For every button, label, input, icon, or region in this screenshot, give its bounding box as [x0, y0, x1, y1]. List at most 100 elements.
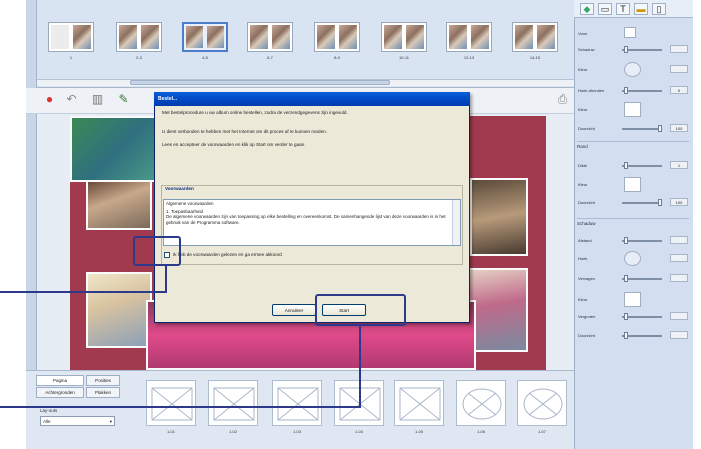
section-schaduw[interactable]: Schaduw	[577, 218, 689, 226]
dialog-paragraph: U dient verbonden te hebben met het Inte…	[162, 129, 327, 134]
layout-placeholder-icon	[462, 388, 502, 420]
spread-thumbnail[interactable]	[314, 22, 360, 52]
spread-label: 14-15	[529, 55, 541, 60]
property-slider[interactable]	[622, 316, 662, 318]
edit-icon[interactable]: ✎	[116, 92, 131, 107]
angle-dial[interactable]	[624, 62, 641, 77]
property-value-field[interactable]: 100	[670, 124, 688, 132]
slider-knob[interactable]	[624, 46, 628, 53]
slider-knob[interactable]	[624, 237, 628, 244]
property-label: Doorzicht	[578, 126, 595, 131]
layout-thumbnail[interactable]	[208, 380, 258, 426]
layout-placeholder-icon	[213, 387, 255, 421]
spread-label: 12-13	[463, 55, 475, 60]
property-value-field[interactable]	[670, 45, 688, 53]
property-value-field[interactable]	[670, 274, 688, 282]
print-icon[interactable]: ⎙	[555, 92, 570, 107]
accept-terms-label[interactable]: Ik heb de voorwaarden gelezen en ga erme…	[173, 252, 282, 257]
property-label: Kleur	[578, 297, 588, 302]
property-slider[interactable]	[622, 202, 662, 204]
property-slider[interactable]	[622, 240, 662, 242]
spread-thumbnail[interactable]	[512, 22, 558, 52]
layout-thumbnail[interactable]	[394, 380, 444, 426]
spread-thumbnail[interactable]	[247, 22, 293, 52]
terms-group-title: Voorwaarden	[164, 186, 195, 191]
slider-knob[interactable]	[624, 313, 628, 320]
cancel-button[interactable]: Annuleer	[272, 304, 316, 316]
spread-strip-scroll-thumb[interactable]	[130, 80, 390, 85]
slider-knob[interactable]	[624, 332, 628, 339]
property-value-field[interactable]: 0	[670, 86, 688, 94]
property-slider[interactable]	[622, 165, 662, 167]
property-slider[interactable]	[622, 49, 662, 51]
photo-frame[interactable]	[86, 272, 152, 348]
spread-thumbnail[interactable]	[116, 22, 162, 52]
tab-achtergronden[interactable]: Achtergronden	[36, 387, 84, 398]
section-rand[interactable]: Rand	[577, 141, 689, 149]
undo-icon[interactable]: ↶	[64, 92, 79, 107]
slider-knob[interactable]	[624, 275, 628, 282]
spread-label: 4-5	[202, 55, 208, 60]
slider-knob[interactable]	[624, 162, 628, 169]
trash-icon[interactable]: ▥	[90, 92, 105, 107]
property-value-field[interactable]: 100	[670, 198, 688, 206]
page-thumb	[272, 25, 290, 49]
page-icon[interactable]: ▯	[652, 3, 666, 15]
color-swatch[interactable]	[624, 177, 641, 192]
shape-picker[interactable]	[624, 27, 636, 38]
layers-icon[interactable]: ◆	[580, 3, 594, 15]
dialog-title: Bestel...	[154, 92, 470, 106]
layout-placeholder-icon	[399, 387, 441, 421]
highlight-icon[interactable]: ▬	[634, 3, 648, 15]
spread-thumbnail[interactable]	[182, 22, 228, 52]
image-icon[interactable]: ▭	[598, 3, 612, 15]
tab-pagina[interactable]: Pagina	[36, 375, 84, 386]
property-value-field[interactable]	[670, 236, 688, 244]
property-value-field[interactable]	[670, 65, 688, 73]
slider-knob[interactable]	[658, 125, 662, 132]
spread-label: 2-3	[136, 55, 142, 60]
page-thumb	[186, 26, 203, 48]
slider-knob[interactable]	[658, 199, 662, 206]
delete-icon[interactable]: ●	[42, 92, 57, 107]
tab-posities[interactable]: Posities	[86, 375, 120, 386]
slider-knob[interactable]	[624, 87, 628, 94]
text-icon[interactable]: T	[616, 3, 630, 15]
layout-thumbnail[interactable]	[456, 380, 506, 426]
page-thumb	[51, 25, 69, 49]
color-swatch[interactable]	[624, 102, 641, 117]
callout-line	[0, 406, 361, 408]
terms-textarea[interactable]: Algemene voorwaarden 1. Toepasbaarheid D…	[163, 199, 461, 246]
layout-placeholder-icon	[151, 387, 193, 421]
layout-thumbnail[interactable]	[517, 380, 567, 426]
property-slider[interactable]	[622, 335, 662, 337]
property-label: Afstand	[578, 238, 592, 243]
photo-frame[interactable]	[86, 180, 152, 230]
layout-thumbnail[interactable]	[146, 380, 196, 426]
property-value-field[interactable]	[670, 254, 688, 262]
color-swatch[interactable]	[624, 292, 641, 307]
property-value-field[interactable]	[670, 331, 688, 339]
spread-label: 10-11	[399, 55, 409, 60]
property-value-field[interactable]: 1	[670, 161, 688, 169]
layouts-select-value: Alle	[43, 419, 51, 424]
photo-frame[interactable]	[470, 178, 528, 256]
property-label: Schaduw	[578, 47, 595, 52]
property-label: Vervagen	[578, 276, 595, 281]
layout-label: 1-07	[537, 429, 546, 434]
layout-thumbnail[interactable]	[272, 380, 322, 426]
spread-thumbnail[interactable]	[48, 22, 94, 52]
property-slider[interactable]	[622, 128, 662, 130]
tab-plakken[interactable]: Plakken	[86, 387, 120, 398]
layouts-select[interactable]: Alle ▾	[40, 416, 115, 426]
spread-thumbnail[interactable]	[381, 22, 427, 52]
property-slider[interactable]	[622, 278, 662, 280]
page-thumb	[250, 25, 268, 49]
angle-dial[interactable]	[624, 251, 641, 266]
property-slider[interactable]	[622, 90, 662, 92]
property-label: Kleur	[578, 107, 588, 112]
spread-thumbnail[interactable]	[446, 22, 492, 52]
property-value-field[interactable]	[670, 312, 688, 320]
layout-label: 1-04	[354, 429, 363, 434]
terms-scrollbar[interactable]	[452, 200, 460, 245]
